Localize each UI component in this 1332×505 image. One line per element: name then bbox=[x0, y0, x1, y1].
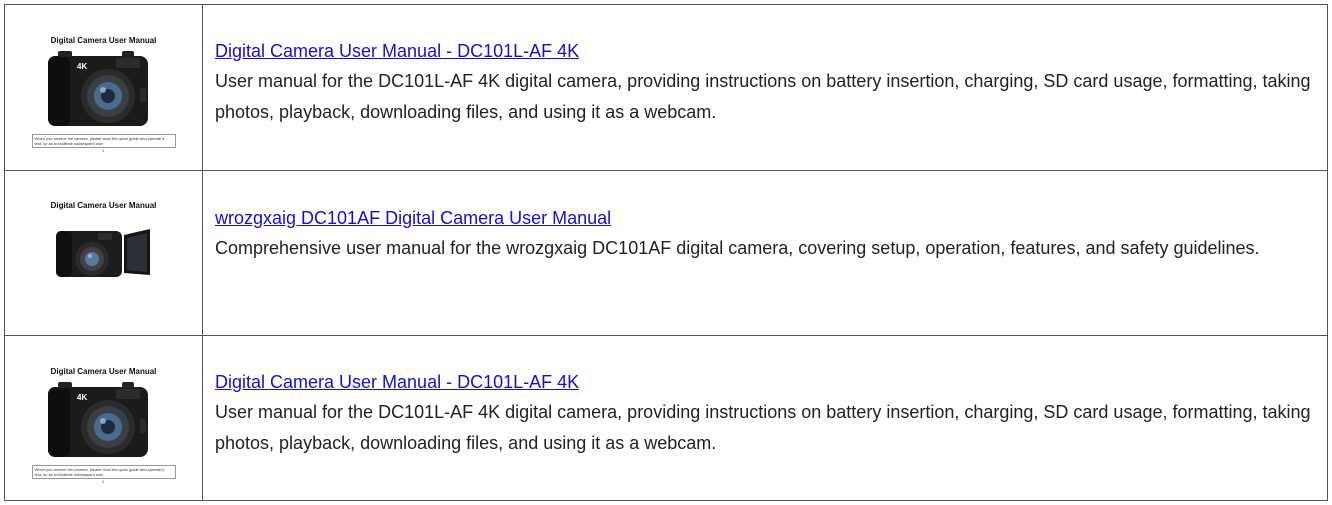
thumbnail-page-number: 1 bbox=[102, 478, 105, 484]
result-text-cell: Digital Camera User Manual - DC101L-AF 4… bbox=[203, 336, 1327, 501]
result-text-cell: wrozgxaig DC101AF Digital Camera User Ma… bbox=[203, 171, 1327, 335]
thumbnail-title: Digital Camera User Manual bbox=[50, 201, 157, 210]
result-title-link[interactable]: Digital Camera User Manual - DC101L-AF 4… bbox=[215, 368, 579, 396]
thumbnail-note: When you receive the camera, please read… bbox=[31, 464, 176, 479]
result-text-cell: Digital Camera User Manual - DC101L-AF 4… bbox=[203, 5, 1327, 170]
thumbnail-title: Digital Camera User Manual bbox=[50, 35, 157, 45]
result-thumbnail-cell: Digital Camera User Manual bbox=[5, 171, 203, 335]
thumbnail-badge: 4K bbox=[77, 393, 87, 402]
result-thumbnail-cell: Digital Camera User Manual 4K When you r… bbox=[5, 336, 203, 501]
thumbnail-badge: 4K bbox=[77, 62, 87, 71]
manual-results-list: Digital Camera User Manual 4K When you r… bbox=[4, 4, 1328, 501]
manual-cover-thumbnail[interactable]: Digital Camera User Manual bbox=[29, 183, 178, 323]
camera-icon: 4K bbox=[47, 381, 148, 457]
result-row: Digital Camera User Manual wrozgxaig DC1… bbox=[5, 171, 1327, 336]
camera-icon bbox=[55, 229, 150, 277]
result-description: Comprehensive user manual for the wrozgx… bbox=[215, 238, 1260, 258]
camera-icon: 4K bbox=[47, 50, 148, 126]
thumbnail-title: Digital Camera User Manual bbox=[50, 366, 157, 376]
result-row: Digital Camera User Manual 4K When you r… bbox=[5, 5, 1327, 171]
result-description: User manual for the DC101L-AF 4K digital… bbox=[215, 71, 1311, 122]
thumbnail-page-number: 1 bbox=[102, 147, 105, 153]
result-description: User manual for the DC101L-AF 4K digital… bbox=[215, 402, 1311, 453]
manual-cover-thumbnail[interactable]: Digital Camera User Manual 4K When you r… bbox=[29, 348, 178, 489]
result-title-link[interactable]: wrozgxaig DC101AF Digital Camera User Ma… bbox=[215, 204, 611, 232]
result-thumbnail-cell: Digital Camera User Manual 4K When you r… bbox=[5, 5, 203, 170]
result-row: Digital Camera User Manual 4K When you r… bbox=[5, 336, 1327, 501]
result-title-link[interactable]: Digital Camera User Manual - DC101L-AF 4… bbox=[215, 37, 579, 65]
manual-cover-thumbnail[interactable]: Digital Camera User Manual 4K When you r… bbox=[29, 17, 178, 158]
thumbnail-note: When you receive the camera, please read… bbox=[31, 133, 176, 148]
